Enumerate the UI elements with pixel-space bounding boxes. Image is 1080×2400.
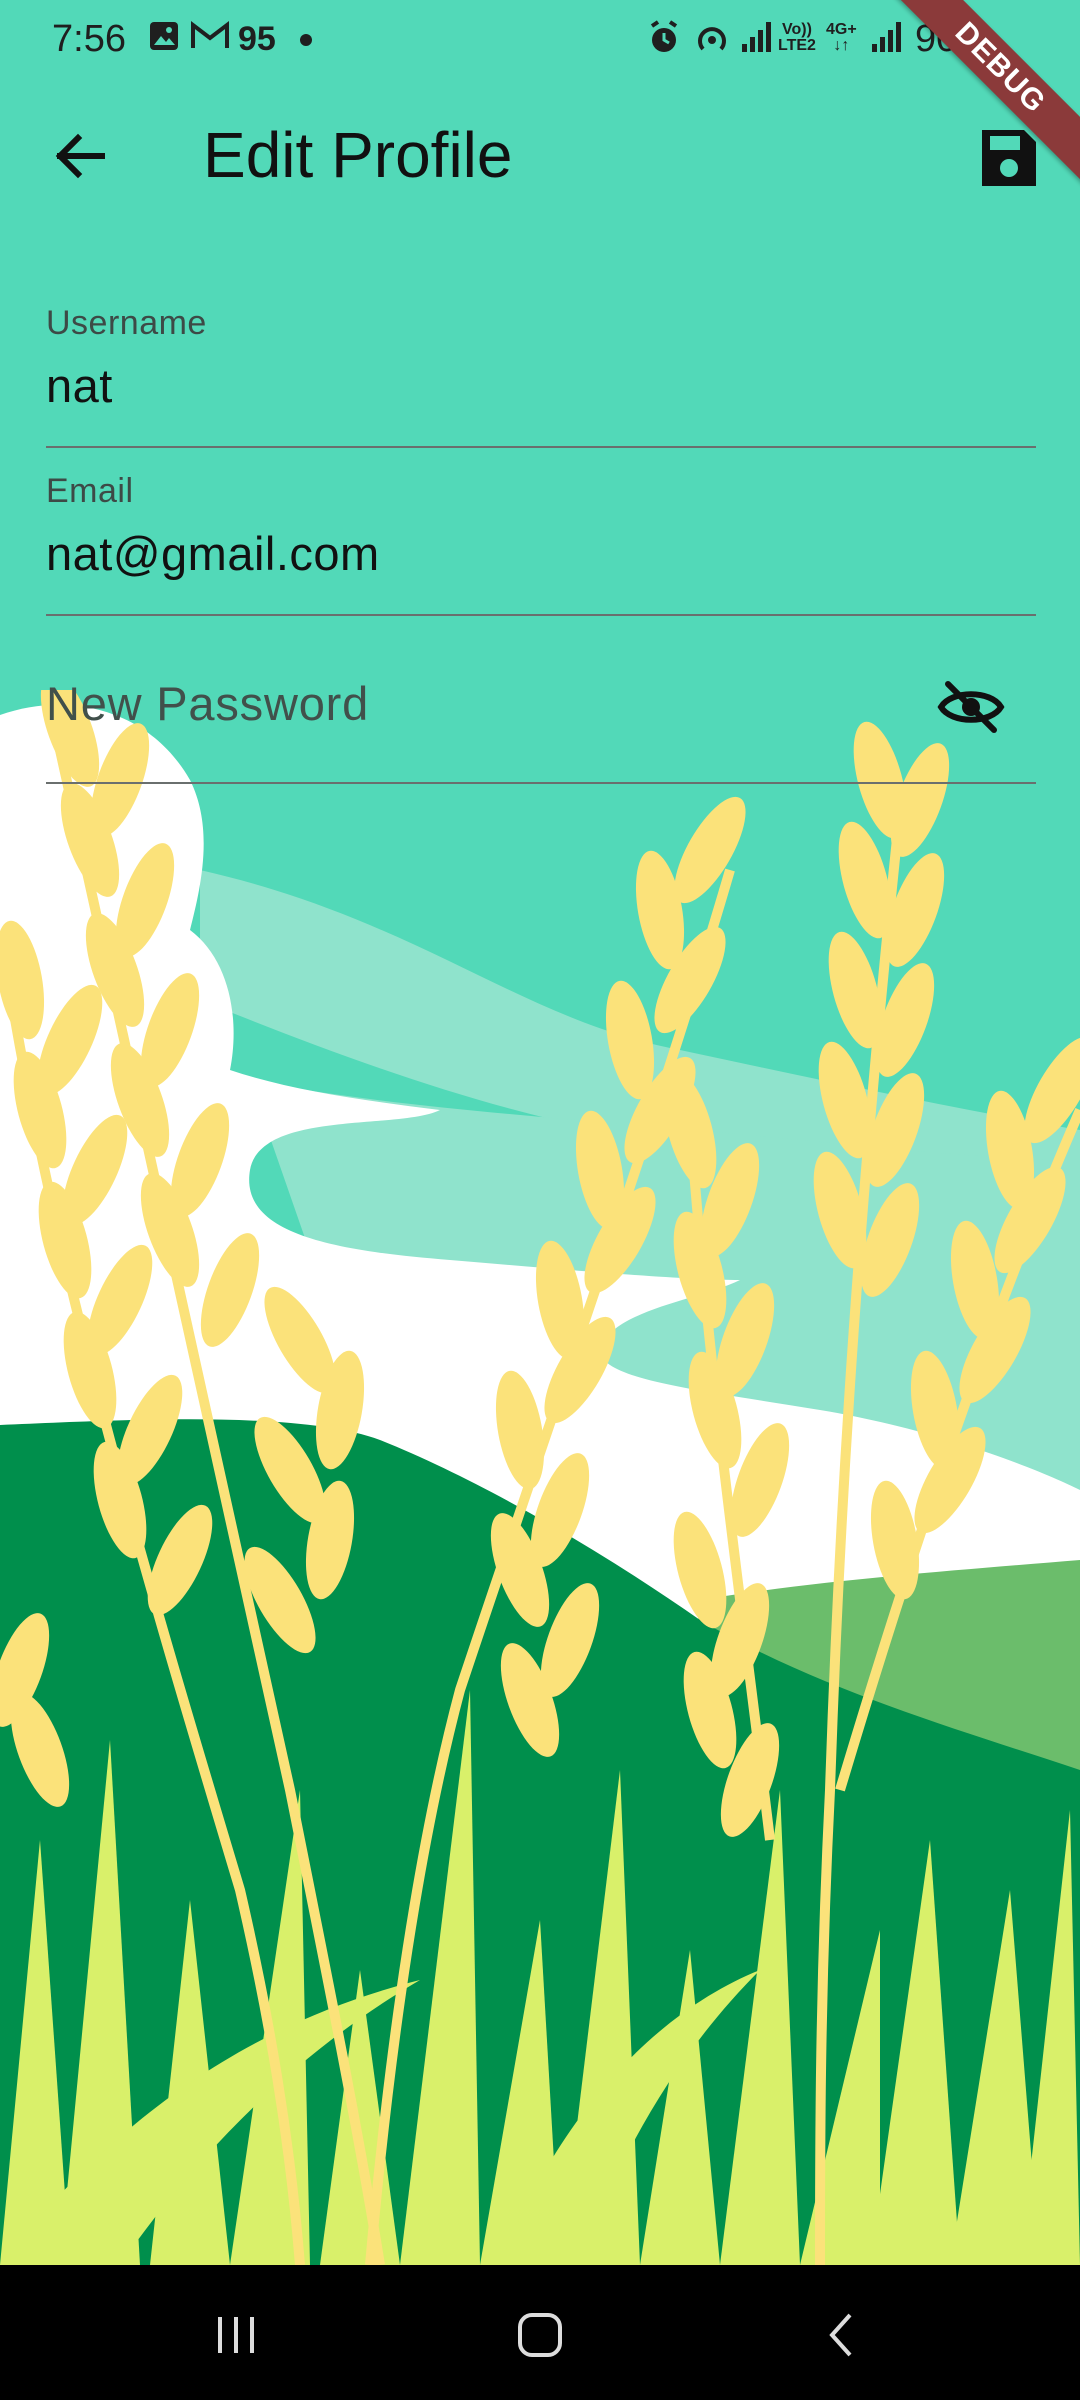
username-value[interactable]: nat <box>46 358 113 413</box>
visibility-off-icon <box>937 681 1005 733</box>
username-label: Username <box>46 304 207 342</box>
signal-icon-2 <box>872 22 901 52</box>
arrow-left-icon <box>55 133 105 179</box>
new-password-field[interactable]: New Password <box>46 640 1036 786</box>
data-arrows-icon: ↓↑ <box>833 37 850 54</box>
system-nav-bar <box>0 2265 1080 2400</box>
status-time: 7:56 <box>52 18 126 60</box>
email-underline <box>46 614 1036 616</box>
new-password-underline <box>46 782 1036 784</box>
volte-label: Vo)) <box>782 21 812 38</box>
lte2-label: LTE2 <box>778 37 816 54</box>
email-label: Email <box>46 472 134 510</box>
new-password-placeholder[interactable]: New Password <box>46 676 369 731</box>
password-visibility-toggle[interactable] <box>936 672 1006 742</box>
email-value[interactable]: nat@gmail.com <box>46 526 380 581</box>
alarm-icon <box>650 20 678 52</box>
4g-indicator: 4G+ ↓↑ <box>826 22 857 54</box>
gallery-icon <box>150 22 178 50</box>
app-bar: Edit Profile <box>0 80 1080 240</box>
username-underline <box>46 446 1036 448</box>
edit-profile-screen: 7:56 95 Vo)) LTE2 4G+ ↓↑ DEBUG Edit Prof… <box>0 0 1080 2400</box>
hotspot-icon <box>698 27 726 51</box>
page-title: Edit Profile <box>203 119 513 191</box>
email-field[interactable]: Email nat@gmail.com <box>46 464 1036 618</box>
gmail-icon <box>191 20 229 48</box>
home-icon <box>518 2313 562 2357</box>
save-button[interactable] <box>968 118 1048 198</box>
recents-icon <box>218 2317 254 2353</box>
save-floppy-icon <box>982 130 1036 186</box>
username-field[interactable]: Username nat <box>46 296 1036 450</box>
home-button[interactable] <box>500 2295 580 2375</box>
back-chevron-icon <box>829 2313 852 2357</box>
lte-indicator: Vo)) LTE2 <box>778 22 816 54</box>
back-button[interactable] <box>40 116 120 196</box>
4g-label: 4G+ <box>826 21 857 38</box>
wheat-field-illustration <box>0 690 1080 2265</box>
signal-icon-1 <box>742 22 771 52</box>
notification-count: 95 <box>238 20 276 58</box>
recents-button[interactable] <box>196 2295 276 2375</box>
system-back-button[interactable] <box>802 2295 882 2375</box>
notification-dot <box>300 34 312 46</box>
